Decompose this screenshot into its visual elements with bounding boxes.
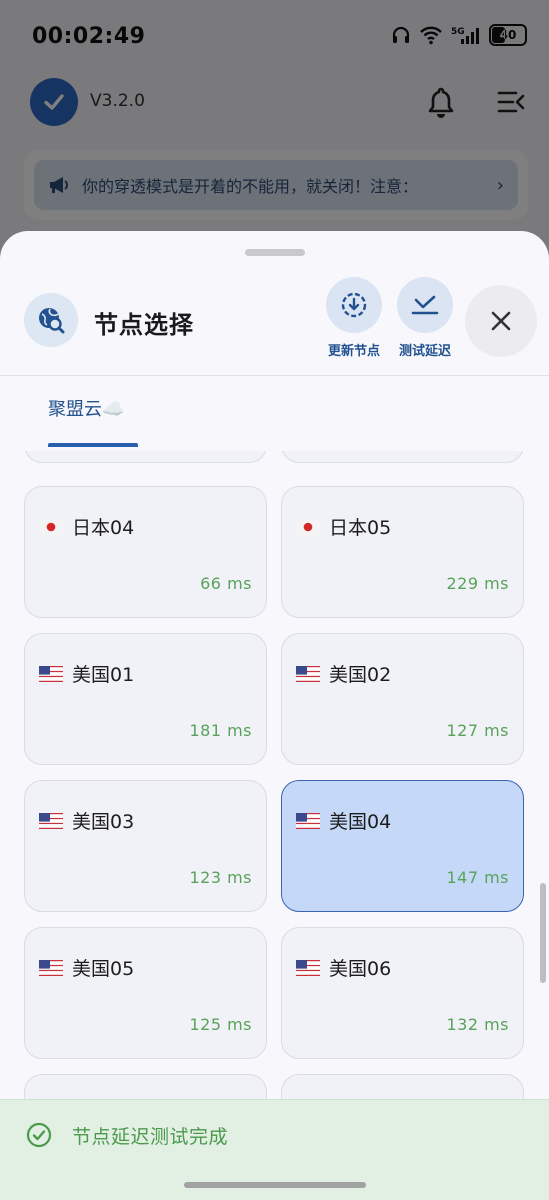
node-latency: 127 ms — [446, 721, 509, 740]
us-flag-icon — [296, 665, 320, 682]
speed-test-icon — [411, 295, 439, 315]
node-card-partial[interactable] — [281, 451, 524, 463]
node-name-row: 日本05 — [296, 513, 391, 540]
header-divider — [0, 375, 549, 376]
drag-handle[interactable] — [245, 249, 305, 256]
sheet-title: 节点选择 — [94, 311, 194, 339]
node-name: 日本04 — [72, 517, 135, 539]
us-flag-icon — [296, 959, 320, 976]
node-card[interactable]: 美国05 125 ms — [24, 927, 267, 1059]
node-card[interactable]: 日本05 229 ms — [281, 486, 524, 618]
node-grid[interactable]: 日本04 66 ms 日本05 229 ms 美国01 181 ms 美国02 127 ms 美… — [0, 451, 549, 1131]
test-latency-label: 测试延迟 — [398, 344, 451, 359]
node-name: 美国01 — [72, 664, 135, 686]
node-name-row: 美国06 — [296, 954, 391, 981]
toast-message: 节点延迟测试完成 — [72, 1126, 229, 1148]
toast: 节点延迟测试完成 — [0, 1099, 549, 1200]
node-name: 美国04 — [329, 811, 392, 833]
scrollbar[interactable] — [540, 883, 546, 983]
node-name: 美国06 — [329, 958, 392, 980]
node-card[interactable]: 美国02 127 ms — [281, 633, 524, 765]
node-latency: 125 ms — [189, 1015, 252, 1034]
test-latency-circle[interactable] — [397, 277, 453, 333]
node-name-row: 美国05 — [39, 954, 134, 981]
us-flag-icon — [296, 812, 320, 829]
sheet-header: 节点选择 更新节点 测试延迟 — [0, 275, 549, 375]
node-latency: 66 ms — [200, 574, 252, 593]
node-select-sheet: 节点选择 更新节点 测试延迟 聚盟云☁️ 日本04 66 ms 日本05 229 ms… — [0, 231, 549, 1200]
node-name: 美国05 — [72, 958, 135, 980]
node-name: 美国02 — [329, 664, 392, 686]
refresh-nodes-circle[interactable] — [326, 277, 382, 333]
node-card[interactable]: 美国03 123 ms — [24, 780, 267, 912]
node-latency: 147 ms — [446, 868, 509, 887]
node-name-row: 美国01 — [39, 660, 134, 687]
jp-flag-icon — [39, 518, 63, 535]
node-name-row: 美国04 — [296, 807, 391, 834]
test-latency-button[interactable]: 测试延迟 — [393, 277, 457, 359]
node-latency: 229 ms — [446, 574, 509, 593]
refresh-nodes-label: 更新节点 — [327, 344, 380, 359]
check-circle-icon — [26, 1122, 52, 1148]
refresh-nodes-button[interactable]: 更新节点 — [322, 277, 386, 359]
jp-flag-icon — [296, 518, 320, 535]
close-icon — [491, 311, 511, 331]
node-card[interactable]: 美国01 181 ms — [24, 633, 267, 765]
node-card[interactable]: 美国04 147 ms — [281, 780, 524, 912]
node-latency: 123 ms — [189, 868, 252, 887]
node-card[interactable]: 日本04 66 ms — [24, 486, 267, 618]
us-flag-icon — [39, 812, 63, 829]
tab-indicator — [48, 443, 138, 447]
node-name: 日本05 — [329, 517, 392, 539]
node-card[interactable]: 美国06 132 ms — [281, 927, 524, 1059]
tab-provider[interactable]: 聚盟云☁️ — [48, 395, 124, 421]
us-flag-icon — [39, 665, 63, 682]
node-name-row: 日本04 — [39, 513, 134, 540]
node-name-row: 美国03 — [39, 807, 134, 834]
node-card-partial[interactable] — [24, 451, 267, 463]
node-latency: 132 ms — [446, 1015, 509, 1034]
download-refresh-icon — [341, 292, 367, 318]
us-flag-icon — [39, 959, 63, 976]
title-icon-wrap — [24, 293, 78, 347]
globe-search-icon — [39, 308, 65, 334]
node-name: 美国03 — [72, 811, 135, 833]
node-name-row: 美国02 — [296, 660, 391, 687]
home-indicator[interactable] — [184, 1182, 366, 1188]
close-button[interactable] — [465, 285, 537, 357]
node-latency: 181 ms — [189, 721, 252, 740]
